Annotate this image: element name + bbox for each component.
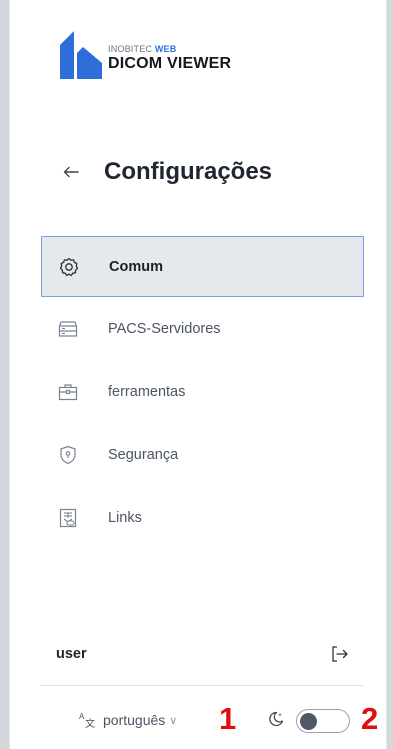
menu-item-pacs-servidores[interactable]: PACS-Servidores — [41, 297, 364, 360]
logo-title: DICOM VIEWER — [108, 55, 232, 72]
logo-subtitle-accent: WEB — [154, 44, 177, 54]
link-document-icon — [57, 507, 79, 529]
back-button[interactable] — [60, 152, 82, 192]
user-name: user — [56, 646, 87, 662]
moon-stars-icon — [266, 709, 286, 729]
settings-menu: Comum PACS-Servidores ferramentas Segura… — [41, 236, 364, 549]
menu-item-label: Links — [108, 509, 142, 526]
logo-subtitle: INOBITEC WEB — [108, 44, 176, 54]
window-left-border — [0, 0, 10, 749]
dark-mode-toggle[interactable] — [296, 709, 350, 733]
annotation-marker-2: 2 — [361, 701, 379, 736]
language-selector[interactable]: A 文 português ∨ — [78, 702, 177, 738]
logout-button[interactable] — [329, 643, 351, 665]
menu-item-seguranca[interactable]: Segurança — [41, 423, 364, 486]
logout-icon — [332, 646, 348, 662]
logo-subtitle-prefix: INOBITEC — [108, 44, 153, 54]
menu-item-label: PACS-Servidores — [108, 320, 221, 337]
user-row: user — [56, 640, 351, 668]
shield-icon — [57, 444, 79, 466]
menu-item-comum[interactable]: Comum — [41, 236, 364, 297]
translate-icon: A 文 — [79, 712, 95, 729]
page-title: Configurações — [104, 158, 273, 185]
language-label: português — [103, 712, 166, 728]
window-right-border — [386, 0, 393, 749]
menu-item-label: Comum — [109, 258, 163, 275]
gear-icon — [58, 256, 80, 278]
menu-item-links[interactable]: Links — [41, 486, 364, 549]
server-icon — [57, 318, 79, 340]
toolbox-icon — [57, 381, 79, 403]
settings-header: Configurações — [60, 152, 272, 192]
footer-divider — [40, 685, 364, 686]
svg-text:文: 文 — [85, 717, 95, 729]
menu-item-label: Segurança — [108, 446, 179, 463]
menu-item-ferramentas[interactable]: ferramentas — [41, 360, 364, 423]
annotation-marker-1: 1 — [219, 701, 237, 736]
logo-mark-icon — [60, 31, 102, 79]
menu-item-label: ferramentas — [108, 383, 186, 400]
arrow-left-icon — [63, 166, 79, 178]
toggle-knob — [300, 712, 317, 730]
sidebar-footer: A 文 português ∨ 1 2 — [78, 702, 388, 738]
chevron-down-icon: ∨ — [169, 714, 178, 727]
